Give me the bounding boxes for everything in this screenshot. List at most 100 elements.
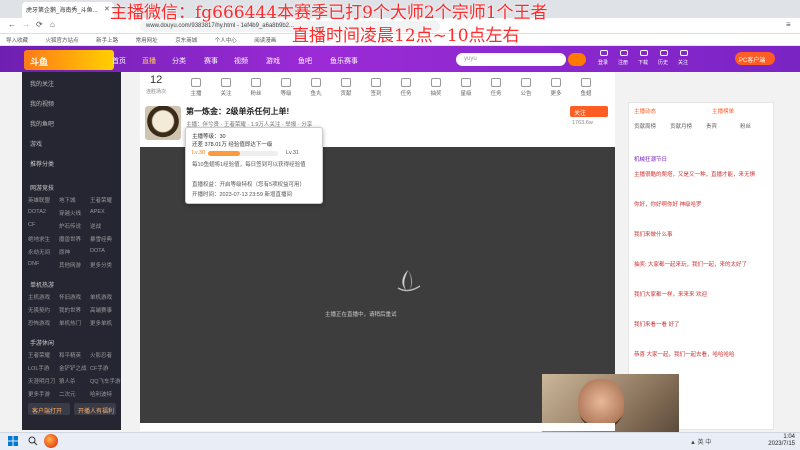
sidebar-category-link[interactable]: 怀旧游戏 (59, 293, 81, 301)
taskbar-clock[interactable]: 1:04 2023/7/15 (755, 434, 795, 448)
nav-right-download[interactable]: 下载 (638, 59, 648, 66)
sidebar-category-link[interactable]: QQ飞车手游 (90, 377, 121, 385)
browser-tab[interactable]: 虎牙第企鹅_海南秀_斗鱼... (22, 2, 114, 18)
sidebar-category-link[interactable]: 二次元 (59, 390, 76, 398)
sidebar-category-link[interactable]: DNF (28, 261, 39, 267)
watch-together-banner[interactable]: 一起看一场 (520, 130, 560, 141)
nav-item-fun[interactable]: 鱼乐赛事 (330, 56, 358, 66)
history-icon[interactable] (660, 50, 668, 56)
nav-item-events[interactable]: 赛事 (204, 56, 218, 66)
nav-item-video[interactable]: 视频 (234, 56, 248, 66)
stat-item[interactable]: 星级 (452, 78, 480, 97)
sidebar-item-follow[interactable]: 我的关注 (30, 79, 54, 88)
sidebar-category-link[interactable]: 我的世界 (59, 306, 81, 314)
tab-rank-week[interactable]: 贡献周榜 (634, 122, 656, 130)
sidebar-category-link[interactable]: 其他网游 (59, 261, 81, 269)
stat-item[interactable]: 更多 (542, 78, 570, 97)
sidebar-category-link[interactable]: DOTA2 (28, 209, 46, 215)
windows-start-icon[interactable] (8, 436, 18, 446)
stat-item[interactable]: 贡献 (332, 78, 360, 97)
sidebar-category-link[interactable]: 单机游戏 (90, 293, 112, 301)
nav-item-home[interactable]: 首页 (112, 56, 126, 66)
register-icon[interactable] (620, 50, 628, 56)
follow-button[interactable]: 关注 (570, 106, 608, 117)
sidebar-category-link[interactable]: APEX (90, 209, 105, 215)
sidebar-category-link[interactable]: 原神 (59, 248, 70, 256)
system-tray[interactable]: ▲ 英 中 (690, 437, 711, 446)
menu-icon[interactable]: ≡ (786, 20, 791, 29)
stat-item[interactable]: 关注 (212, 78, 240, 97)
sidebar-category-link[interactable]: 狼人杀 (59, 377, 76, 385)
sidebar-category-link[interactable]: 英雄联盟 (28, 196, 50, 204)
sidebar-head-single[interactable]: 单机热游 (30, 280, 54, 289)
stat-item[interactable]: 签到 (362, 78, 390, 97)
stat-item[interactable]: 粉丝 (242, 78, 270, 97)
bookmark-item[interactable]: 个人中心 (215, 38, 237, 44)
nav-item-yuba[interactable]: 鱼吧 (298, 56, 312, 66)
nav-item-category[interactable]: 分类 (172, 56, 186, 66)
stat-item[interactable]: 主播 (182, 78, 210, 97)
sidebar-category-link[interactable]: 地下城 (59, 196, 76, 204)
sidebar-category-link[interactable]: 魔兽世界 (59, 235, 81, 243)
bookmark-item[interactable]: 新手上路 (96, 38, 118, 44)
streamer-avatar[interactable] (145, 106, 181, 140)
sidebar-category-link[interactable]: 更多单机 (90, 319, 112, 327)
nav-right-login[interactable]: 登录 (598, 59, 608, 66)
nav-right-register[interactable]: 注册 (618, 59, 628, 66)
reload-icon[interactable]: ⟳ (36, 20, 43, 29)
sidebar-category-link[interactable]: 无畏契约 (28, 306, 50, 314)
back-icon[interactable]: ← (8, 20, 16, 29)
pc-client-button[interactable]: PC客户端 (735, 52, 775, 65)
sidebar-category-link[interactable]: CF手游 (90, 364, 108, 372)
panel-header[interactable]: 主播动态 (634, 107, 656, 115)
sidebar-category-link[interactable]: 绝地求生 (28, 235, 50, 243)
stat-item[interactable]: 鱼翅 (572, 78, 600, 97)
tab-fans[interactable]: 粉丝 (740, 122, 751, 130)
sidebar-category-link[interactable]: 穿越火线 (59, 209, 81, 217)
sidebar-item-games[interactable]: 游戏 (30, 139, 42, 148)
sidebar-item-yuba[interactable]: 我的鱼吧 (30, 119, 54, 128)
home-icon[interactable]: ⌂ (50, 20, 55, 29)
sidebar-category-link[interactable]: 暴雪经典 (90, 235, 112, 243)
sidebar-category-link[interactable]: 王者荣耀 (90, 196, 112, 204)
sidebar-category-link[interactable]: LOL手游 (28, 364, 49, 372)
sidebar-category-link[interactable]: 哈利波特 (90, 390, 112, 398)
search-input[interactable]: yuyu (456, 53, 566, 66)
client-open-button[interactable]: 客户端打开 (28, 403, 70, 415)
sidebar-category-link[interactable]: DOTA (90, 248, 105, 254)
sidebar-category-link[interactable]: 更多分类 (90, 261, 112, 269)
sidebar-head-netgame[interactable]: 网游竞技 (30, 183, 54, 192)
bookmark-item[interactable]: 阅读漫画 (254, 38, 276, 44)
sidebar-category-link[interactable]: 和平精英 (59, 351, 81, 359)
start-live-button[interactable]: 开播人有福利 (74, 403, 116, 415)
sidebar-category-link[interactable]: 天涯明月刀 (28, 377, 56, 385)
sidebar-category-link[interactable]: 王者荣耀 (28, 351, 50, 359)
bookmark-item[interactable]: 常用网址 (136, 38, 158, 44)
login-icon[interactable] (600, 50, 608, 56)
stat-item[interactable]: 鱼丸 (302, 78, 330, 97)
follow-icon[interactable] (680, 50, 688, 56)
bookmark-item[interactable]: 京东商城 (175, 38, 197, 44)
nav-right-follow[interactable]: 关注 (678, 59, 688, 66)
sidebar-category-link[interactable]: 炉石传说 (59, 222, 81, 230)
sidebar-category-link[interactable]: 永劫无间 (28, 248, 50, 256)
stat-item[interactable]: 抽奖 (422, 78, 450, 97)
close-tab-icon[interactable]: ✕ (104, 5, 110, 13)
nav-item-games[interactable]: 游戏 (266, 56, 280, 66)
nav-item-live[interactable]: 直播 (142, 56, 156, 66)
stat-item[interactable]: 等级 (272, 78, 300, 97)
stat-item[interactable]: 任务 (482, 78, 510, 97)
search-icon[interactable] (568, 53, 586, 66)
bookmark-item[interactable]: 火狐官方站点 (46, 38, 79, 44)
stat-item[interactable]: 任务 (392, 78, 420, 97)
sidebar-category-link[interactable]: 高端赛事 (90, 306, 112, 314)
sidebar-category-link[interactable]: 单机热门 (59, 319, 81, 327)
stat-item[interactable]: 公告 (512, 78, 540, 97)
bookmark-item[interactable]: 导入收藏 (6, 38, 28, 44)
download-icon[interactable] (640, 50, 648, 56)
firefox-icon[interactable] (44, 434, 58, 448)
sidebar-head-mobile[interactable]: 手游休闲 (30, 338, 54, 347)
taskbar-search-icon[interactable] (28, 436, 38, 446)
panel-subheader[interactable]: 主播榜单 (712, 107, 734, 115)
forward-icon[interactable]: → (22, 20, 30, 29)
